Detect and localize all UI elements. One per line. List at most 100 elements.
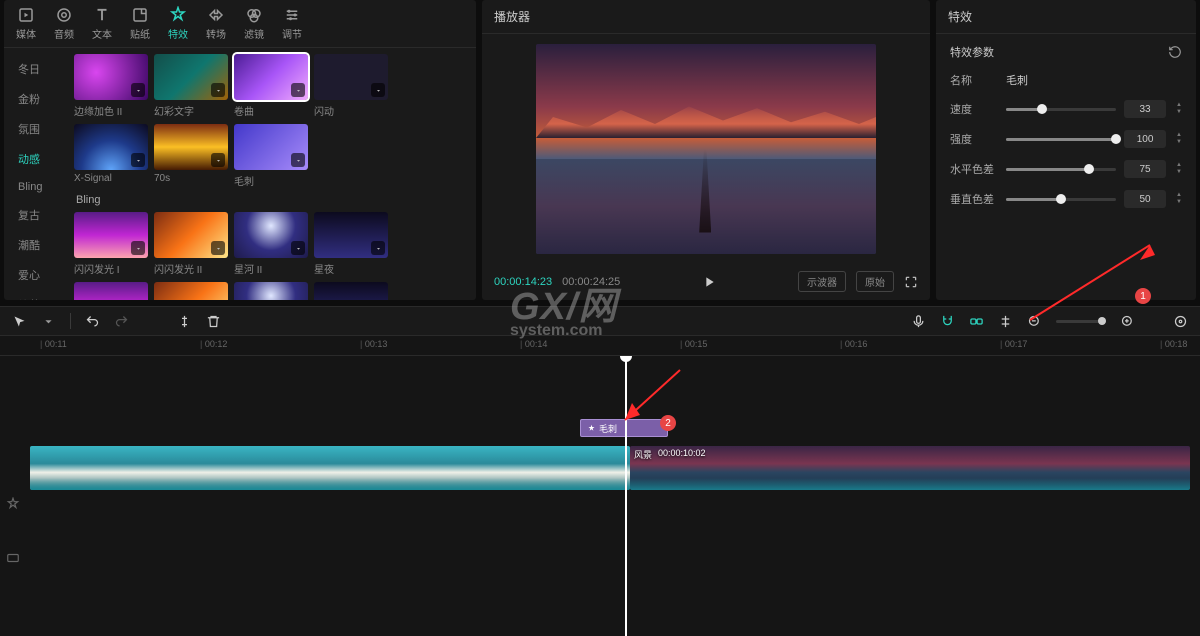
sidebar-item-5[interactable]: 复古 bbox=[4, 200, 66, 230]
param-label: 水平色差 bbox=[950, 161, 998, 177]
timeline-ruler[interactable]: | 00:11| 00:12| 00:13| 00:14| 00:15| 00:… bbox=[0, 336, 1200, 356]
sidebar-item-8[interactable]: 综艺 bbox=[4, 290, 66, 300]
sticker-icon bbox=[131, 6, 149, 24]
preview-viewport[interactable] bbox=[482, 34, 930, 263]
download-icon[interactable] bbox=[131, 153, 145, 167]
effect-thumb[interactable]: 毛刺 bbox=[234, 124, 308, 188]
download-icon[interactable] bbox=[371, 241, 385, 255]
sidebar-item-1[interactable]: 金粉 bbox=[4, 84, 66, 114]
effect-thumb[interactable]: 幻彩文字 bbox=[154, 54, 228, 118]
tool-media[interactable]: 媒体 bbox=[12, 4, 40, 43]
zoom-slider[interactable] bbox=[1056, 320, 1106, 323]
param-label: 垂直色差 bbox=[950, 191, 998, 207]
download-icon[interactable] bbox=[131, 83, 145, 97]
download-icon[interactable] bbox=[291, 83, 305, 97]
effect-thumb[interactable]: 70s bbox=[154, 124, 228, 188]
download-icon[interactable] bbox=[211, 153, 225, 167]
effect-clip[interactable]: 毛刺 bbox=[580, 419, 668, 437]
total-time: 00:00:24:25 bbox=[562, 276, 620, 288]
ruler-mark: | 00:15 bbox=[680, 339, 707, 349]
undo-icon[interactable] bbox=[85, 314, 100, 329]
spinner[interactable]: ▲▼ bbox=[1176, 192, 1182, 206]
cursor-tool-icon[interactable] bbox=[12, 314, 27, 329]
tool-filter[interactable]: 滤镜 bbox=[240, 4, 268, 43]
zoom-in-icon[interactable] bbox=[1120, 314, 1135, 329]
scope-button[interactable]: 示波器 bbox=[798, 271, 846, 292]
play-icon[interactable] bbox=[701, 274, 717, 290]
sidebar-item-7[interactable]: 爱心 bbox=[4, 260, 66, 290]
effect-thumb[interactable]: 星夜 bbox=[314, 212, 388, 276]
redo-icon[interactable] bbox=[114, 314, 129, 329]
sidebar-item-3[interactable]: 动感 bbox=[4, 144, 66, 174]
param-slider[interactable] bbox=[1006, 168, 1116, 171]
video-track[interactable]: 风景 00:00:10:02 bbox=[30, 446, 1200, 494]
ruler-mark: | 00:13 bbox=[360, 339, 387, 349]
name-value: 毛刺 bbox=[1006, 72, 1028, 88]
param-slider[interactable] bbox=[1006, 108, 1116, 111]
spinner[interactable]: ▲▼ bbox=[1176, 102, 1182, 116]
magnet-icon[interactable] bbox=[940, 314, 955, 329]
tool-audio[interactable]: 音频 bbox=[50, 4, 78, 43]
fullscreen-icon[interactable] bbox=[904, 275, 918, 289]
playhead[interactable] bbox=[625, 356, 627, 636]
effect-track[interactable]: 毛刺 bbox=[0, 416, 1200, 442]
dropdown-icon[interactable] bbox=[41, 314, 56, 329]
tool-effect[interactable]: 特效 bbox=[164, 4, 192, 43]
download-icon[interactable] bbox=[291, 241, 305, 255]
download-icon[interactable] bbox=[371, 83, 385, 97]
tool-adjust[interactable]: 调节 bbox=[278, 4, 306, 43]
download-icon[interactable] bbox=[291, 153, 305, 167]
param-slider[interactable] bbox=[1006, 138, 1116, 141]
param-label: 强度 bbox=[950, 131, 998, 147]
effect-thumb[interactable]: 闪动 bbox=[314, 54, 388, 118]
timeline-tracks[interactable]: 毛刺 风景 00:00:10:02 bbox=[0, 356, 1200, 636]
media-icon bbox=[17, 6, 35, 24]
sidebar-item-2[interactable]: 氛围 bbox=[4, 114, 66, 144]
param-value[interactable]: 75 bbox=[1124, 160, 1166, 178]
effect-thumb[interactable]: 卷曲 bbox=[234, 54, 308, 118]
mic-icon[interactable] bbox=[911, 314, 926, 329]
sidebar-item-4[interactable]: Bling bbox=[4, 174, 66, 200]
effect-thumb[interactable]: 闪闪发光 I bbox=[74, 212, 148, 276]
video-clip-1[interactable] bbox=[30, 446, 630, 490]
ruler-mark: | 00:14 bbox=[520, 339, 547, 349]
clip-name: 风景 bbox=[634, 448, 652, 461]
delete-icon[interactable] bbox=[206, 314, 221, 329]
zoom-out-icon[interactable] bbox=[1027, 314, 1042, 329]
filter-icon bbox=[245, 6, 263, 24]
main-toolbar: 媒体音频文本贴纸特效转场滤镜调节 bbox=[4, 0, 476, 48]
download-icon[interactable] bbox=[211, 241, 225, 255]
video-clip-2[interactable]: 风景 00:00:10:02 bbox=[630, 446, 1190, 490]
reset-icon[interactable] bbox=[1168, 45, 1182, 59]
tool-sticker[interactable]: 贴纸 bbox=[126, 4, 154, 43]
spinner[interactable]: ▲▼ bbox=[1176, 132, 1182, 146]
sidebar-item-6[interactable]: 潮酷 bbox=[4, 230, 66, 260]
timeline-toolbar bbox=[0, 306, 1200, 336]
effect-thumb[interactable]: 星河 II bbox=[234, 212, 308, 276]
audio-icon bbox=[55, 6, 73, 24]
param-value[interactable]: 33 bbox=[1124, 100, 1166, 118]
tool-text[interactable]: 文本 bbox=[88, 4, 116, 43]
align-icon[interactable] bbox=[998, 314, 1013, 329]
split-icon[interactable] bbox=[177, 314, 192, 329]
effect-track-icon bbox=[6, 497, 20, 511]
spinner[interactable]: ▲▼ bbox=[1176, 162, 1182, 176]
sidebar-item-0[interactable]: 冬日 bbox=[4, 54, 66, 84]
sparkle-icon bbox=[587, 424, 596, 433]
download-icon[interactable] bbox=[211, 83, 225, 97]
param-slider[interactable] bbox=[1006, 198, 1116, 201]
ruler-mark: | 00:16 bbox=[840, 339, 867, 349]
download-icon[interactable] bbox=[131, 241, 145, 255]
tool-transition[interactable]: 转场 bbox=[202, 4, 230, 43]
param-value[interactable]: 100 bbox=[1124, 130, 1166, 148]
annotation-badge-2: 2 bbox=[660, 415, 676, 431]
category-sidebar: 冬日金粉氛围动感Bling复古潮酷爱心综艺边框 bbox=[4, 48, 66, 300]
link-icon[interactable] bbox=[969, 314, 984, 329]
original-button[interactable]: 原始 bbox=[856, 271, 894, 292]
zoom-fit-icon[interactable] bbox=[1173, 314, 1188, 329]
effect-thumb[interactable]: X-Signal bbox=[74, 124, 148, 188]
effect-thumb[interactable]: 边缘加色 II bbox=[74, 54, 148, 118]
param-value[interactable]: 50 bbox=[1124, 190, 1166, 208]
video-track-icon bbox=[6, 551, 20, 565]
effect-thumb[interactable]: 闪闪发光 II bbox=[154, 212, 228, 276]
